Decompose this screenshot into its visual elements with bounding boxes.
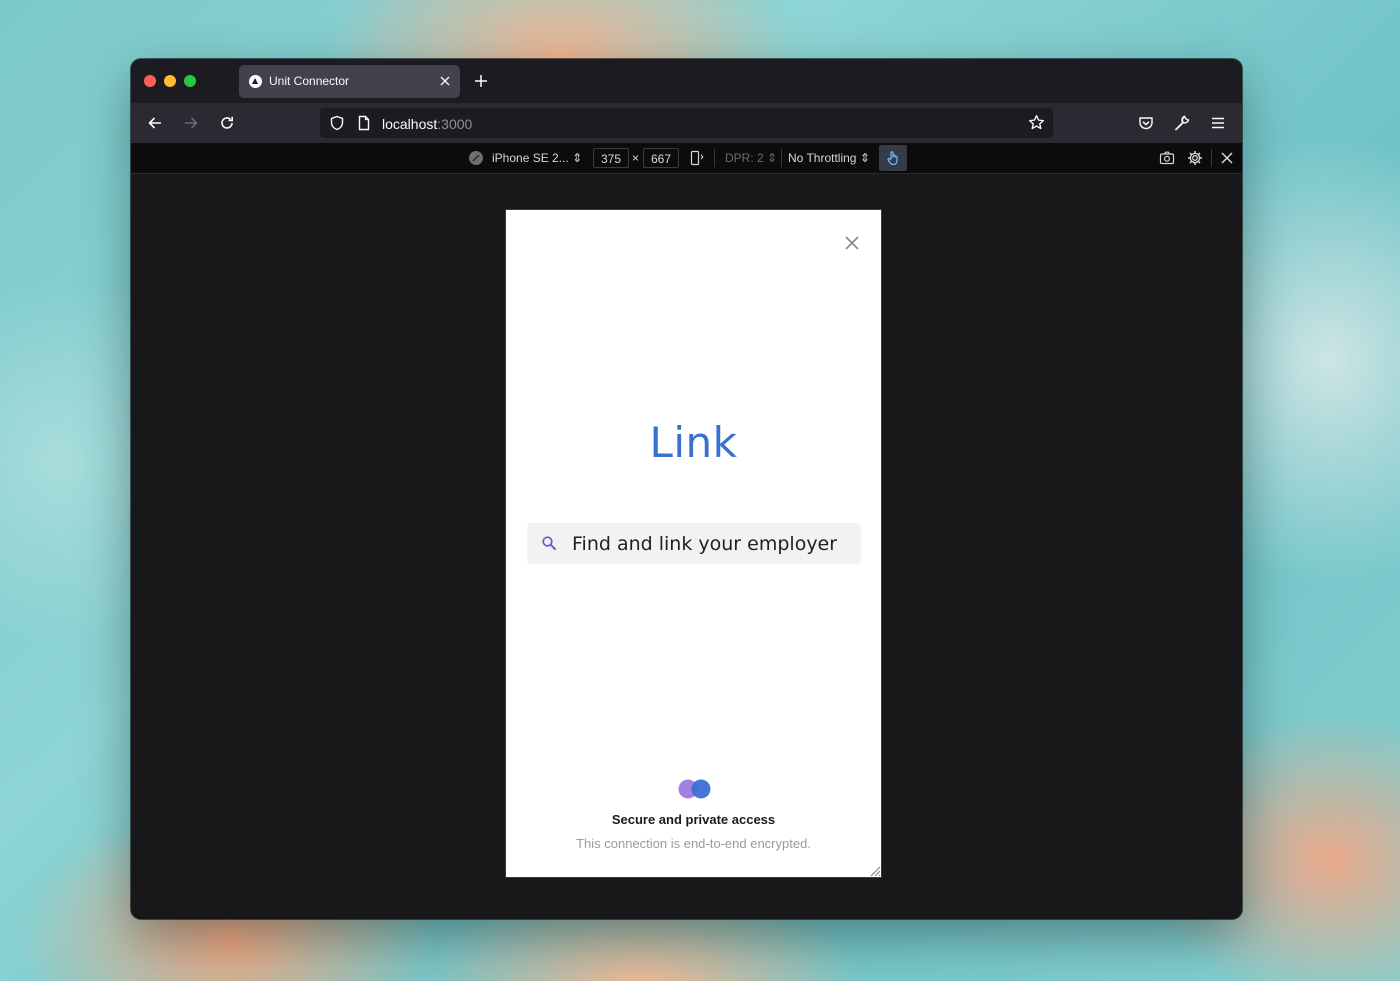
rotate-viewport-icon[interactable] bbox=[689, 150, 705, 166]
throttling-value: No Throttling bbox=[788, 151, 857, 165]
settings-gear-icon[interactable] bbox=[1187, 150, 1203, 166]
touch-simulation-button[interactable] bbox=[879, 145, 907, 171]
dimension-separator: × bbox=[632, 151, 640, 165]
tracking-protection-shield-icon[interactable] bbox=[329, 115, 345, 131]
zoom-window-button[interactable] bbox=[184, 75, 196, 87]
device-viewport: Link Find and link your employer Secure … bbox=[506, 210, 881, 877]
back-arrow-icon[interactable] bbox=[147, 115, 163, 131]
screenshot-camera-icon[interactable] bbox=[1159, 150, 1175, 166]
viewport-height-input[interactable]: 667 bbox=[643, 148, 679, 168]
pocket-icon[interactable] bbox=[1138, 115, 1154, 131]
close-window-button[interactable] bbox=[144, 75, 156, 87]
throttling-selector[interactable]: No Throttling ⇕ bbox=[788, 151, 870, 165]
device-dropdown-icon: ⇕ bbox=[572, 151, 583, 165]
employer-search-input[interactable]: Find and link your employer bbox=[527, 523, 861, 564]
navigation-toolbar: localhost:3000 bbox=[131, 103, 1242, 143]
responsive-design-toolbar: iPhone SE 2... ⇕ 375 × 667 DPR: 2 ⇕ No T… bbox=[131, 143, 1242, 174]
viewport-resize-handle-icon[interactable] bbox=[869, 865, 881, 877]
close-rdm-icon[interactable] bbox=[1219, 150, 1235, 166]
close-icon[interactable] bbox=[844, 235, 860, 251]
bookmark-star-icon[interactable] bbox=[1028, 114, 1045, 131]
tab-strip: Unit Connector bbox=[131, 59, 1242, 103]
device-icon bbox=[469, 151, 483, 165]
dpr-value: DPR: 2 bbox=[725, 151, 764, 165]
search-placeholder: Find and link your employer bbox=[572, 533, 838, 555]
address-bar[interactable]: localhost:3000 bbox=[320, 108, 1053, 138]
reload-icon[interactable] bbox=[219, 115, 235, 131]
device-selector[interactable]: iPhone SE 2... ⇕ bbox=[492, 151, 582, 165]
toolbar-separator bbox=[714, 149, 715, 167]
throttling-dropdown-icon: ⇕ bbox=[859, 151, 870, 165]
wrench-icon[interactable] bbox=[1174, 115, 1190, 131]
tab-title: Unit Connector bbox=[269, 74, 350, 88]
page-info-icon[interactable] bbox=[357, 115, 371, 131]
secure-logo-icon bbox=[678, 779, 711, 799]
search-icon bbox=[542, 536, 556, 550]
dpr-dropdown-icon: ⇕ bbox=[767, 151, 778, 165]
hamburger-menu-icon[interactable] bbox=[1210, 115, 1226, 131]
triangle-logo-icon bbox=[249, 75, 262, 88]
active-tab[interactable]: Unit Connector bbox=[239, 65, 460, 98]
dpr-selector[interactable]: DPR: 2 ⇕ bbox=[725, 151, 777, 165]
tab-close-icon[interactable] bbox=[439, 75, 451, 87]
device-name: iPhone SE 2... bbox=[492, 151, 569, 165]
touch-hand-icon bbox=[887, 151, 898, 166]
toolbar-separator bbox=[781, 149, 782, 167]
browser-window: Unit Connector localhost:3000 iPhone SE … bbox=[131, 59, 1242, 919]
viewport-area: Link Find and link your employer Secure … bbox=[131, 174, 1242, 919]
new-tab-icon[interactable] bbox=[474, 74, 488, 88]
secure-access-title: Secure and private access bbox=[611, 812, 776, 827]
url-text: localhost:3000 bbox=[382, 116, 472, 132]
page-title: Link bbox=[649, 418, 738, 467]
toolbar-separator bbox=[1211, 149, 1212, 167]
viewport-width-input[interactable]: 375 bbox=[593, 148, 629, 168]
encryption-note: This connection is end-to-end encrypted. bbox=[576, 836, 811, 851]
url-port: :3000 bbox=[437, 116, 473, 132]
url-host: localhost bbox=[382, 116, 438, 132]
minimize-window-button[interactable] bbox=[164, 75, 176, 87]
forward-arrow-icon[interactable] bbox=[183, 115, 199, 131]
